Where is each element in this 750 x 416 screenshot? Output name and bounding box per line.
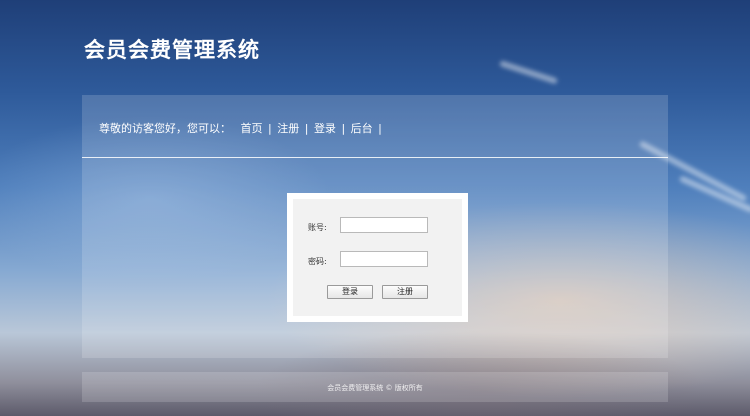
nav-separator: | — [268, 122, 272, 135]
greeting-text: 尊敬的访客您好，您可以： — [99, 122, 231, 135]
account-input[interactable] — [340, 217, 428, 233]
login-form: 账号: 密码: 登录 注册 — [287, 193, 468, 322]
account-label: 账号: — [308, 223, 327, 232]
main-panel: 尊敬的访客您好，您可以： 首页 | 注册 | 登录 | 后台 | 账号: 密码:… — [82, 95, 668, 358]
nav-separator: | — [304, 122, 309, 135]
sky-background: 会员会费管理系统 尊敬的访客您好，您可以： 首页 | 注册 | 登录 | 后台 … — [0, 0, 750, 416]
password-label: 密码: — [308, 257, 327, 266]
cloud-streak — [499, 60, 558, 85]
divider — [82, 157, 668, 158]
nav-link-admin[interactable]: 后台 — [351, 122, 373, 135]
nav-separator: | — [378, 122, 382, 135]
nav-bar: 尊敬的访客您好，您可以： 首页 | 注册 | 登录 | 后台 | — [99, 120, 384, 136]
nav-separator: | — [341, 122, 346, 135]
nav-link-login[interactable]: 登录 — [314, 122, 336, 135]
footer: 会员会费管理系统 © 版权所有 — [82, 372, 668, 402]
password-input[interactable] — [340, 251, 428, 267]
register-button[interactable]: 注册 — [382, 285, 428, 299]
login-button[interactable]: 登录 — [327, 285, 373, 299]
page-title: 会员会费管理系统 — [84, 38, 260, 62]
login-form-body: 账号: 密码: 登录 注册 — [293, 199, 462, 316]
nav-link-home[interactable]: 首页 — [241, 122, 263, 135]
copyright-text: 会员会费管理系统 © 版权所有 — [327, 384, 423, 392]
nav-link-register[interactable]: 注册 — [277, 122, 299, 135]
